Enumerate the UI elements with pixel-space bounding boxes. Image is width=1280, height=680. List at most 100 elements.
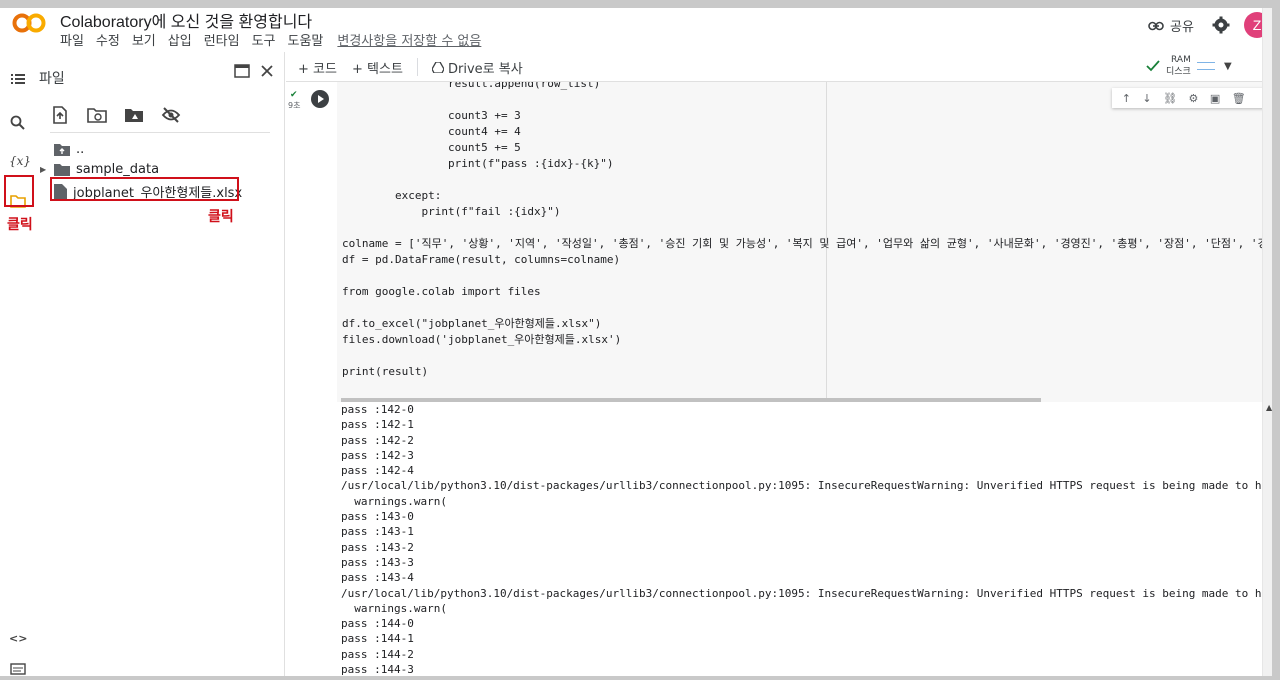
output-line: pass :143-1 <box>341 525 414 539</box>
cell-output: pass :142-0 pass :142-1 pass :142-2 pass :1… <box>303 402 1263 676</box>
run-cell-button[interactable] <box>311 90 329 108</box>
output-line: pass :143-0 <box>341 510 414 524</box>
code-content[interactable]: result.append(row_list) count3 += 3 coun… <box>342 82 1262 380</box>
code-line: from google.colab import files <box>342 285 541 298</box>
expand-arrow-icon[interactable]: ▶ <box>40 165 48 174</box>
code-line: print(f"fail :{idx}") <box>342 205 561 218</box>
file-click-annotation: 클릭 <box>208 209 234 225</box>
cell-toolbar: ↑ ↓ ⛓ ⚙ ▣ 🗑 ⋮ <box>1112 88 1272 108</box>
code-line: df.to_excel("jobplanet_우아한형제들.xlsx") <box>342 317 602 330</box>
file-highlight-box <box>50 177 239 201</box>
move-down-icon[interactable]: ↓ <box>1142 92 1151 105</box>
copy-to-drive-label: Drive로 복사 <box>448 62 523 77</box>
search-icon[interactable] <box>9 114 27 132</box>
close-icon[interactable] <box>260 64 274 78</box>
app-header: Colaboratory에 오신 것을 환영합니다 파일 수정 보기 삽입 런타… <box>0 8 1272 52</box>
exec-time: 9초 <box>288 101 301 110</box>
notebook-toolbar: + 코드 + 텍스트 Drive로 복사 RAM 디스크 ▼ <box>286 52 1272 82</box>
code-editor[interactable]: result.append(row_list) count3 += 3 coun… <box>337 82 1262 402</box>
menu-tools[interactable]: 도구 <box>252 30 276 49</box>
code-line: print(f"pass :{idx}-{k}") <box>342 157 614 170</box>
colab-window: Colaboratory에 오신 것을 환영합니다 파일 수정 보기 삽입 런타… <box>0 8 1272 676</box>
disk-usage-bar <box>1196 69 1215 70</box>
unsaved-notice[interactable]: 변경사항을 저장할 수 없음 <box>337 30 481 49</box>
settings-gear-icon[interactable] <box>1212 16 1230 34</box>
share-button[interactable]: 공유 <box>1148 16 1194 35</box>
open-in-tab-icon[interactable] <box>234 64 250 78</box>
mount-drive-icon[interactable] <box>124 106 144 124</box>
files-panel-title: 파일 <box>39 71 65 87</box>
variables-icon[interactable]: {x} <box>9 154 31 172</box>
output-scroll-up-icon[interactable]: ▲ <box>1266 403 1272 412</box>
menu-runtime[interactable]: 런타임 <box>204 30 240 49</box>
output-line: pass :142-1 <box>341 418 414 432</box>
ram-usage-bar <box>1196 62 1215 63</box>
cell-settings-icon[interactable]: ⚙ <box>1189 92 1199 105</box>
toc-icon[interactable] <box>9 70 27 88</box>
folder-icon-highlight <box>4 175 34 207</box>
code-line: count5 += 5 <box>342 141 521 154</box>
terminal-icon[interactable] <box>9 660 27 676</box>
output-line: pass :142-4 <box>341 464 414 478</box>
code-line: files.download('jobplanet_우아한형제들.xlsx') <box>342 333 622 346</box>
connected-check-icon <box>1146 60 1160 72</box>
add-text-button[interactable]: + 텍스트 <box>352 58 403 77</box>
output-line: pass :144-0 <box>341 617 414 631</box>
link-icon[interactable]: ⛓ <box>1163 92 1177 105</box>
rail-click-annotation: 클릭 <box>7 217 33 233</box>
add-code-button[interactable]: + 코드 <box>298 58 337 77</box>
output-line: pass :143-3 <box>341 555 414 569</box>
output-line: pass :142-3 <box>341 448 414 462</box>
refresh-folder-icon[interactable] <box>87 106 107 124</box>
output-line: /usr/local/lib/python3.10/dist-packages/… <box>341 586 1263 600</box>
code-snippets-icon[interactable]: <> <box>9 632 27 650</box>
output-line: /usr/local/lib/python3.10/dist-packages/… <box>341 479 1263 493</box>
left-rail: {x} <> <box>0 52 36 676</box>
folder-sample-data[interactable]: ▶ sample_data <box>40 162 159 177</box>
output-line: warnings.warn( <box>341 601 447 615</box>
output-line: pass :143-4 <box>341 571 414 585</box>
mirror-cell-icon[interactable]: ▣ <box>1210 92 1220 105</box>
output-line: pass :142-2 <box>341 433 414 447</box>
parent-directory[interactable]: .. <box>40 142 84 157</box>
vertical-scrollbar[interactable] <box>1262 8 1272 676</box>
disk-label: 디스크 <box>1166 67 1191 77</box>
files-panel: 파일 .. ▶ sample_data jobplanet_우아한형제들.xls… <box>36 52 285 676</box>
output-line: pass :142-0 <box>341 403 414 416</box>
upload-file-icon[interactable] <box>50 106 70 124</box>
output-line: pass :144-1 <box>341 632 414 646</box>
code-line: count4 += 4 <box>342 125 521 138</box>
menu-file[interactable]: 파일 <box>60 30 84 49</box>
move-up-icon[interactable]: ↑ <box>1122 92 1131 105</box>
link-icon <box>1148 21 1164 30</box>
menu-insert[interactable]: 삽입 <box>168 30 192 49</box>
file-actions <box>50 106 181 124</box>
output-line: pass :144-2 <box>341 647 414 661</box>
resource-monitor[interactable]: RAM 디스크 <box>1146 54 1215 78</box>
output-text: pass :142-0 pass :142-1 pass :142-2 pass :1… <box>341 402 1263 676</box>
colab-logo[interactable] <box>12 12 46 34</box>
copy-to-drive-button[interactable]: Drive로 복사 <box>432 58 523 77</box>
code-line: df = pd.DataFrame(result, columns=colnam… <box>342 253 621 266</box>
code-line: print(result) <box>342 365 429 378</box>
delete-icon[interactable]: 🗑 <box>1232 92 1246 105</box>
menu-view[interactable]: 보기 <box>132 30 156 49</box>
menu-edit[interactable]: 수정 <box>96 30 120 49</box>
output-line: warnings.warn( <box>341 494 447 508</box>
notebook-title[interactable]: Colaboratory에 오신 것을 환영합니다 <box>60 8 312 32</box>
code-line: colname = ['직무', '상황', '지역', '작성일', '총점'… <box>342 237 1262 250</box>
chevron-down-icon[interactable]: ▼ <box>1224 61 1232 72</box>
toolbar-separator <box>417 58 418 76</box>
hide-files-icon[interactable] <box>161 106 181 124</box>
folder-up-icon <box>54 144 70 156</box>
drive-icon <box>432 62 444 73</box>
code-line: except: <box>342 189 442 202</box>
folder-icon <box>54 164 70 176</box>
menu-help[interactable]: 도움말 <box>288 30 324 49</box>
folder-name: sample_data <box>76 162 160 177</box>
